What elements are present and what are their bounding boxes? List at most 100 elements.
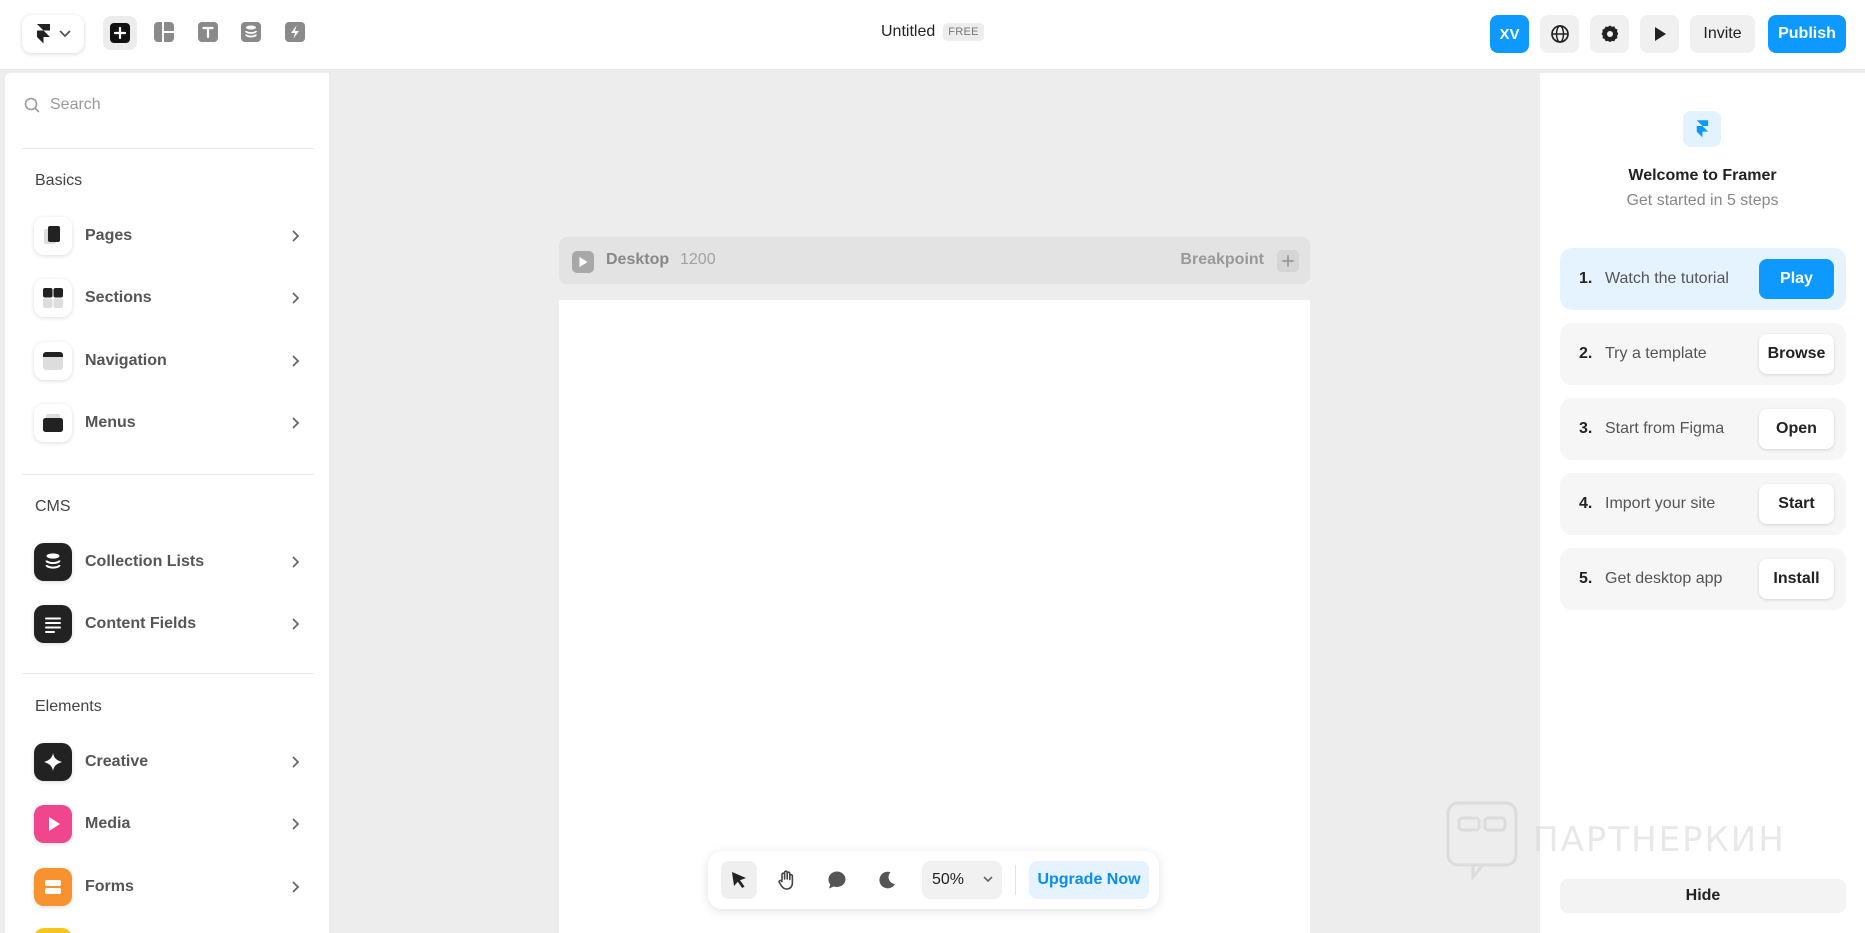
- canvas-toolbar: 50% Upgrade Now: [708, 851, 1159, 909]
- add-breakpoint-button[interactable]: [1277, 250, 1299, 272]
- step-number: 1.: [1579, 270, 1593, 287]
- watermark: ПАРТНЕРКИН: [1445, 800, 1786, 880]
- top-bar: Untitled FREE XV Invite Publish: [0, 0, 1865, 70]
- gear-icon: [1601, 25, 1618, 43]
- plugins-icon: [285, 22, 305, 42]
- step-number: 5.: [1579, 570, 1593, 587]
- comment-tool-button[interactable]: [819, 861, 855, 899]
- form-icon: [34, 868, 72, 906]
- zoom-select[interactable]: 50%: [922, 861, 1002, 899]
- start-import-button[interactable]: Start: [1759, 484, 1834, 524]
- insert-button[interactable]: [103, 16, 137, 50]
- sidebar-item-media[interactable]: Media: [34, 804, 304, 844]
- text-button[interactable]: [194, 18, 222, 46]
- sidebar-item-navigation[interactable]: Navigation: [34, 341, 304, 381]
- open-figma-button[interactable]: Open: [1759, 409, 1834, 449]
- insert-panel: Search Basics Pages Sections Navigation …: [5, 73, 329, 933]
- text-lines-icon: [34, 605, 72, 643]
- search-icon: [24, 97, 40, 113]
- plugins-button[interactable]: [281, 18, 309, 46]
- chevron-down-icon: [59, 30, 71, 38]
- hand-tool-button[interactable]: [769, 861, 805, 899]
- sidebar-item-forms[interactable]: Forms: [34, 867, 304, 907]
- hide-welcome-button[interactable]: Hide: [1560, 879, 1846, 913]
- chevron-right-icon: [288, 816, 304, 832]
- chevron-right-icon: [288, 879, 304, 895]
- chevron-right-icon: [288, 353, 304, 369]
- play-tutorial-button[interactable]: Play: [1759, 259, 1834, 299]
- hand-icon: [778, 870, 794, 890]
- framer-logo-icon: [37, 24, 50, 44]
- chevron-right-icon: [288, 754, 304, 770]
- frame-name: Desktop: [606, 251, 670, 268]
- framer-menu-button[interactable]: [22, 15, 84, 53]
- watermark-text: ПАРТНЕРКИН: [1533, 820, 1786, 860]
- cms-button[interactable]: [237, 18, 265, 46]
- frame-width: 1200: [680, 251, 716, 268]
- invite-button[interactable]: Invite: [1690, 15, 1755, 53]
- step-watch-tutorial[interactable]: 1. Watch the tutorial Play: [1560, 248, 1846, 310]
- play-icon: [579, 257, 588, 267]
- step-number: 2.: [1579, 345, 1593, 362]
- sidebar-item-content-fields[interactable]: Content Fields: [34, 604, 304, 644]
- sidebar-item-collection-lists[interactable]: Collection Lists: [34, 542, 304, 582]
- chevron-right-icon: [288, 616, 304, 632]
- step-desktop-app[interactable]: 5. Get desktop app Install: [1560, 548, 1846, 610]
- database-icon: [34, 543, 72, 581]
- upgrade-now-button[interactable]: Upgrade Now: [1029, 861, 1149, 899]
- site-settings-button[interactable]: [1540, 15, 1579, 53]
- step-try-template[interactable]: 2. Try a template Browse: [1560, 323, 1846, 385]
- plan-badge: FREE: [943, 23, 984, 41]
- layout-icon: [154, 22, 174, 42]
- install-app-button[interactable]: Install: [1759, 559, 1834, 599]
- layout-button[interactable]: [150, 18, 178, 46]
- preview-button[interactable]: [1640, 15, 1679, 53]
- document-title[interactable]: Untitled FREE: [881, 23, 984, 41]
- browse-templates-button[interactable]: Browse: [1759, 334, 1834, 374]
- sparkle-icon: [34, 743, 72, 781]
- publish-button[interactable]: Publish: [1768, 15, 1846, 53]
- section-title-cms: CMS: [35, 498, 71, 515]
- user-avatar[interactable]: XV: [1490, 15, 1529, 53]
- desktop-artboard[interactable]: [559, 300, 1310, 933]
- cms-icon: [241, 22, 261, 42]
- next-item-icon-partial: [34, 928, 72, 933]
- select-tool-button[interactable]: [721, 861, 757, 899]
- sidebar-item-label: Creative: [85, 753, 149, 770]
- frame-preview-button[interactable]: [572, 251, 594, 273]
- sidebar-item-label: Content Fields: [85, 615, 197, 632]
- frame-header[interactable]: Desktop 1200 Breakpoint: [559, 237, 1310, 284]
- plus-icon: [1282, 255, 1294, 267]
- step-import-site[interactable]: 4. Import your site Start: [1560, 473, 1846, 535]
- search-placeholder: Search: [50, 96, 101, 113]
- sidebar-item-creative[interactable]: Creative: [34, 742, 304, 782]
- chevron-right-icon: [288, 415, 304, 431]
- sidebar-item-pages[interactable]: Pages: [34, 216, 304, 256]
- comment-icon: [828, 871, 846, 889]
- moon-icon: [879, 871, 895, 889]
- sidebar-item-label: Navigation: [85, 352, 167, 369]
- step-start-from-figma[interactable]: 3. Start from Figma Open: [1560, 398, 1846, 460]
- sidebar-item-label: Collection Lists: [85, 553, 205, 570]
- chevron-right-icon: [288, 554, 304, 570]
- sidebar-item-sections[interactable]: Sections: [34, 278, 304, 318]
- step-number: 3.: [1579, 420, 1593, 437]
- chevron-right-icon: [288, 228, 304, 244]
- watermark-logo-icon: [1446, 801, 1518, 880]
- welcome-title: Welcome to Framer: [1628, 167, 1777, 184]
- text-icon: [198, 22, 218, 42]
- sidebar-item-label: Forms: [85, 878, 134, 895]
- settings-button[interactable]: [1590, 15, 1629, 53]
- divider: [22, 673, 314, 674]
- framer-logo-icon: [1683, 111, 1721, 147]
- navigation-icon: [34, 342, 72, 380]
- cursor-icon: [732, 872, 746, 888]
- search-field[interactable]: Search: [24, 96, 101, 114]
- menus-icon: [34, 404, 72, 442]
- sidebar-item-menus[interactable]: Menus: [34, 403, 304, 443]
- sidebar-item-label: Sections: [85, 289, 152, 306]
- step-number: 4.: [1579, 495, 1593, 512]
- dark-mode-button[interactable]: [869, 861, 905, 899]
- breakpoint-label[interactable]: Breakpoint: [1180, 251, 1264, 269]
- pages-icon: [34, 217, 72, 255]
